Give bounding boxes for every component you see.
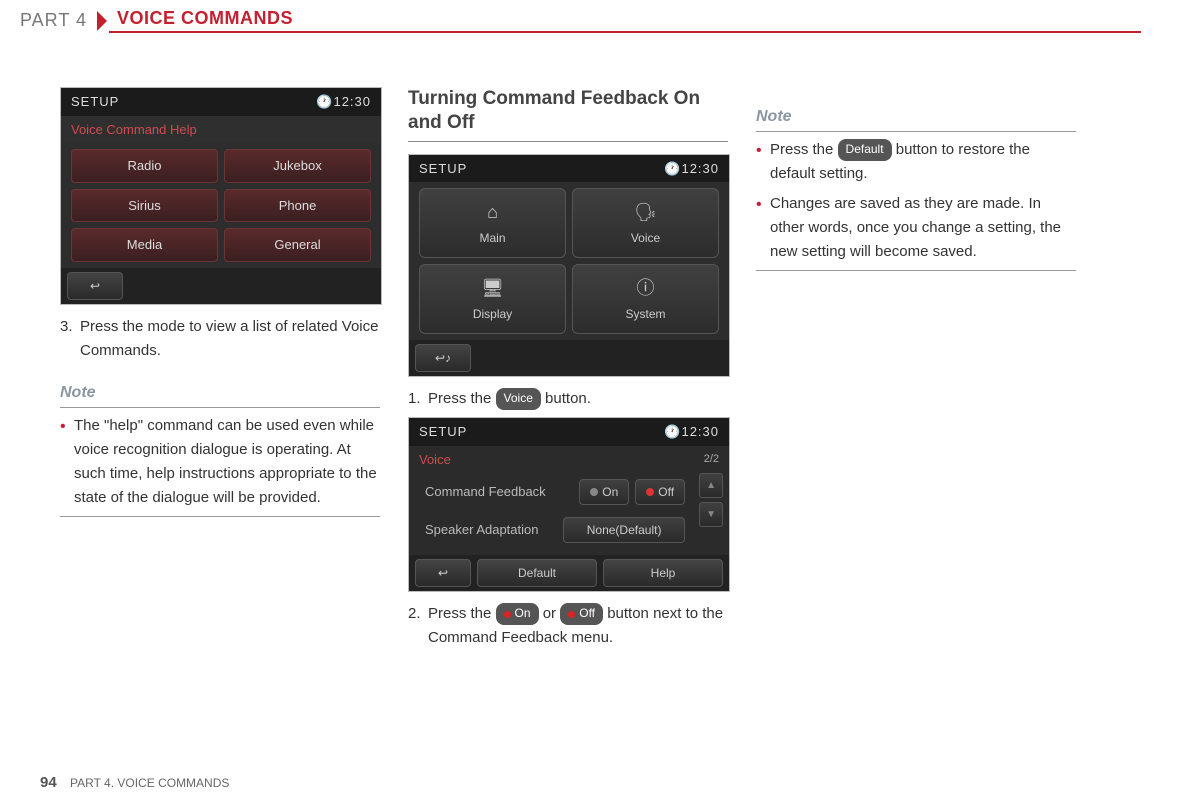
- up-arrow-icon: ▲: [699, 473, 723, 498]
- tile-sirius: Sirius: [71, 189, 218, 223]
- off-chip: Off: [560, 603, 603, 624]
- header-title: VOICE COMMANDS: [109, 8, 1141, 33]
- off-button: Off: [635, 479, 685, 505]
- tile-display-label: Display: [473, 305, 512, 323]
- bullet-icon: •: [756, 192, 770, 264]
- tile-media: Media: [71, 228, 218, 262]
- help-button: Help: [603, 559, 723, 587]
- screen3-time: 🕐12:30: [664, 422, 719, 442]
- on-label: On: [602, 483, 618, 501]
- tile-general: General: [224, 228, 371, 262]
- step-2-text: Press the On or Off button next to the C…: [428, 602, 728, 650]
- screenshot-setup-main: SETUP 🕐12:30 ⌂ Main 🗣 Voice 🖥 Display ⓘ: [408, 154, 730, 378]
- note-default-pre: Press the: [770, 141, 838, 158]
- screen2-title: SETUP: [419, 159, 467, 179]
- screen1-time: 🕐12:30: [316, 92, 371, 112]
- display-icon: 🖥: [480, 275, 506, 301]
- screen1-subtitle: Voice Command Help: [61, 116, 381, 144]
- step-2-pre: Press the: [428, 605, 496, 622]
- screenshot-voice-command-help: SETUP 🕐12:30 Voice Command Help Radio Ju…: [60, 87, 382, 305]
- divider: [756, 270, 1076, 271]
- screen2-time: 🕐12:30: [664, 159, 719, 179]
- on-button: On: [579, 479, 629, 505]
- section-heading: Turning Command Feedback On and Off: [408, 87, 728, 142]
- step-1-post: button.: [541, 390, 591, 407]
- note-heading-2: Note: [756, 105, 1076, 132]
- tile-phone: Phone: [224, 189, 371, 223]
- step-3-text: Press the mode to view a list of related…: [80, 315, 380, 363]
- note-default-text: Press the Default button to restore the …: [770, 138, 1076, 186]
- column-2: Turning Command Feedback On and Off SETU…: [408, 87, 728, 656]
- speaker-adaptation-label: Speaker Adaptation: [425, 520, 557, 540]
- step-1-pre: Press the: [428, 390, 496, 407]
- step-3: 3. Press the mode to view a list of rela…: [60, 315, 380, 363]
- tile-system: ⓘ System: [572, 264, 719, 334]
- screen3-subtitle: Voice: [409, 446, 461, 474]
- tile-voice-label: Voice: [631, 229, 660, 247]
- step-2-num: 2.: [408, 602, 428, 650]
- page-footer: 94 PART 4. VOICE COMMANDS: [40, 774, 229, 791]
- page-header: PART 4 VOICE COMMANDS: [0, 0, 1181, 37]
- tile-main: ⌂ Main: [419, 188, 566, 258]
- screen3-title: SETUP: [419, 422, 467, 442]
- screen3-page: 2/2: [704, 451, 729, 468]
- bullet-icon: •: [60, 414, 74, 510]
- off-label: Off: [658, 483, 674, 501]
- info-icon: ⓘ: [633, 275, 659, 301]
- tile-display: 🖥 Display: [419, 264, 566, 334]
- footer-text: PART 4. VOICE COMMANDS: [70, 776, 229, 790]
- tile-system-label: System: [625, 305, 665, 323]
- divider: [60, 516, 380, 517]
- step-1-num: 1.: [408, 387, 428, 411]
- tile-jukebox: Jukebox: [224, 149, 371, 183]
- note-heading-1: Note: [60, 381, 380, 408]
- back-icon: ↩: [67, 272, 123, 300]
- down-arrow-icon: ▼: [699, 502, 723, 527]
- default-button: Default: [477, 559, 597, 587]
- command-feedback-label: Command Feedback: [425, 482, 573, 502]
- page-number: 94: [40, 774, 57, 791]
- step-2-mid: or: [539, 605, 561, 622]
- tile-voice: 🗣 Voice: [572, 188, 719, 258]
- note-changes: • Changes are saved as they are made. In…: [756, 192, 1076, 264]
- step-1-text: Press the Voice button.: [428, 387, 591, 411]
- header-arrow-icon: [97, 11, 107, 31]
- note-default: • Press the Default button to restore th…: [756, 138, 1076, 186]
- on-chip: On: [496, 603, 539, 624]
- note-1-text: The "help" command can be used even whil…: [74, 414, 380, 510]
- tile-main-label: Main: [479, 229, 505, 247]
- screen3-back-icon: ↩: [415, 559, 471, 587]
- column-3: Note • Press the Default button to resto…: [756, 87, 1076, 656]
- voice-chip: Voice: [496, 388, 541, 409]
- column-1: SETUP 🕐12:30 Voice Command Help Radio Ju…: [60, 87, 380, 656]
- screen1-title: SETUP: [71, 92, 119, 112]
- note-changes-text: Changes are saved as they are made. In o…: [770, 192, 1076, 264]
- step-1: 1. Press the Voice button.: [408, 387, 728, 411]
- bullet-icon: •: [756, 138, 770, 186]
- header-part: PART 4: [20, 10, 97, 31]
- default-chip: Default: [838, 139, 892, 160]
- note-1: • The "help" command can be used even wh…: [60, 414, 380, 510]
- speaker-adaptation-value: None(Default): [563, 517, 685, 543]
- tile-radio: Radio: [71, 149, 218, 183]
- home-icon: ⌂: [480, 199, 506, 225]
- back-music-icon: ↩♪: [415, 344, 471, 372]
- step-2: 2. Press the On or Off button next to th…: [408, 602, 728, 650]
- voice-icon: 🗣: [633, 199, 659, 225]
- screenshot-voice-settings: SETUP 🕐12:30 Voice 2/2 Command Feedback …: [408, 417, 730, 592]
- step-3-num: 3.: [60, 315, 80, 363]
